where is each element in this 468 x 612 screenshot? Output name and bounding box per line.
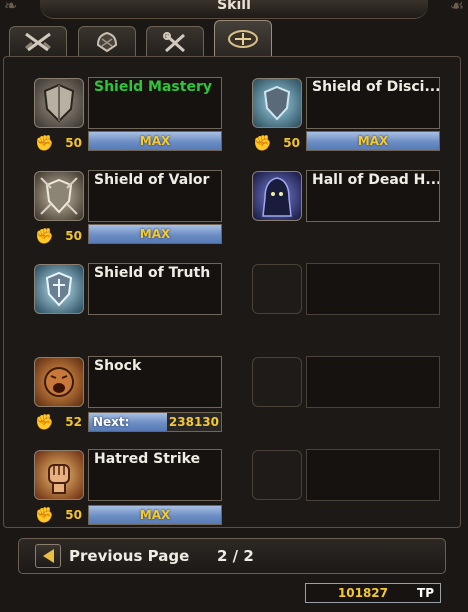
- empty-skill-slot: [252, 264, 302, 314]
- skill-level: 52: [65, 415, 82, 429]
- skill-level: 50: [65, 508, 82, 522]
- previous-page-button[interactable]: [35, 544, 61, 568]
- tab-tools[interactable]: [146, 26, 204, 56]
- empty-name-box: [306, 263, 440, 315]
- skill-progress-max: MAX: [88, 224, 222, 244]
- crossed-swords-icon: [25, 32, 51, 51]
- pagination-bar: Previous Page 2 / 2: [18, 538, 446, 574]
- skill-window: Skill ❧ ☙ Shield Mastery ✊ 50 MAX Shield…: [0, 0, 468, 612]
- skill-name-shield-of-discipline: Shield of Disci...: [306, 77, 440, 129]
- next-label: Next:: [93, 415, 130, 429]
- shield-icon: [43, 83, 75, 123]
- spiked-shield-icon: [40, 177, 78, 215]
- skill-icon-hall-of-dead[interactable]: [252, 171, 302, 221]
- skill-level: 50: [65, 229, 82, 243]
- skill-level: 50: [283, 136, 300, 150]
- level-icon: ✊: [35, 506, 54, 524]
- tp-unit: TP: [417, 586, 434, 600]
- skill-progress-max: MAX: [88, 131, 222, 151]
- tab-special[interactable]: [214, 20, 272, 57]
- skill-name-shock: Shock: [88, 356, 222, 408]
- skill-progress-max: MAX: [306, 131, 440, 151]
- page-indicator: 2 / 2: [217, 547, 254, 565]
- hooded-figure-icon: [262, 177, 292, 217]
- skill-name-shield-of-valor: Shield of Valor: [88, 170, 222, 222]
- level-icon: ✊: [35, 413, 54, 431]
- skill-name-shield-of-truth: Shield of Truth: [88, 263, 222, 315]
- empty-name-box: [306, 356, 440, 408]
- tp-value: 101827: [337, 586, 388, 600]
- skill-name-hatred-strike: Hatred Strike: [88, 449, 222, 501]
- glowing-shield-icon: [45, 271, 73, 307]
- tab-armor[interactable]: [78, 26, 136, 56]
- level-icon: ✊: [35, 227, 54, 245]
- corner-ornament-left-icon: ❧: [4, 0, 18, 15]
- fist-icon: [48, 464, 70, 494]
- empty-name-box: [306, 449, 440, 501]
- empty-skill-slot: [252, 450, 302, 500]
- skill-progress-max: MAX: [88, 505, 222, 525]
- window-title: Skill: [40, 0, 428, 19]
- blue-shield-icon: [263, 85, 291, 121]
- level-icon: ✊: [35, 134, 54, 152]
- skill-icon-shock[interactable]: [34, 357, 84, 407]
- emblem-icon: [227, 29, 259, 49]
- level-icon: ✊: [253, 134, 272, 152]
- arrow-left-icon: [42, 549, 54, 563]
- skill-icon-shield-of-truth[interactable]: [34, 264, 84, 314]
- skill-level: 50: [65, 136, 82, 150]
- skill-progress-next: Next: 238130: [88, 412, 222, 432]
- next-value: 238130: [168, 415, 219, 429]
- empty-skill-slot: [252, 357, 302, 407]
- armor-icon: [96, 31, 118, 52]
- skill-name-hall-of-dead: Hall of Dead H...: [306, 170, 440, 222]
- roaring-face-icon: [44, 367, 74, 397]
- tools-icon: [163, 31, 185, 52]
- skill-name-shield-mastery: Shield Mastery: [88, 77, 222, 129]
- tab-weapons[interactable]: [9, 26, 67, 56]
- skill-icon-shield-mastery[interactable]: [34, 78, 84, 128]
- corner-ornament-right-icon: ☙: [449, 0, 464, 15]
- tp-display: 101827 TP: [305, 583, 441, 603]
- skill-icon-shield-of-discipline[interactable]: [252, 78, 302, 128]
- skill-icon-hatred-strike[interactable]: [34, 450, 84, 500]
- skill-icon-shield-of-valor[interactable]: [34, 171, 84, 221]
- previous-page-label[interactable]: Previous Page: [69, 547, 189, 565]
